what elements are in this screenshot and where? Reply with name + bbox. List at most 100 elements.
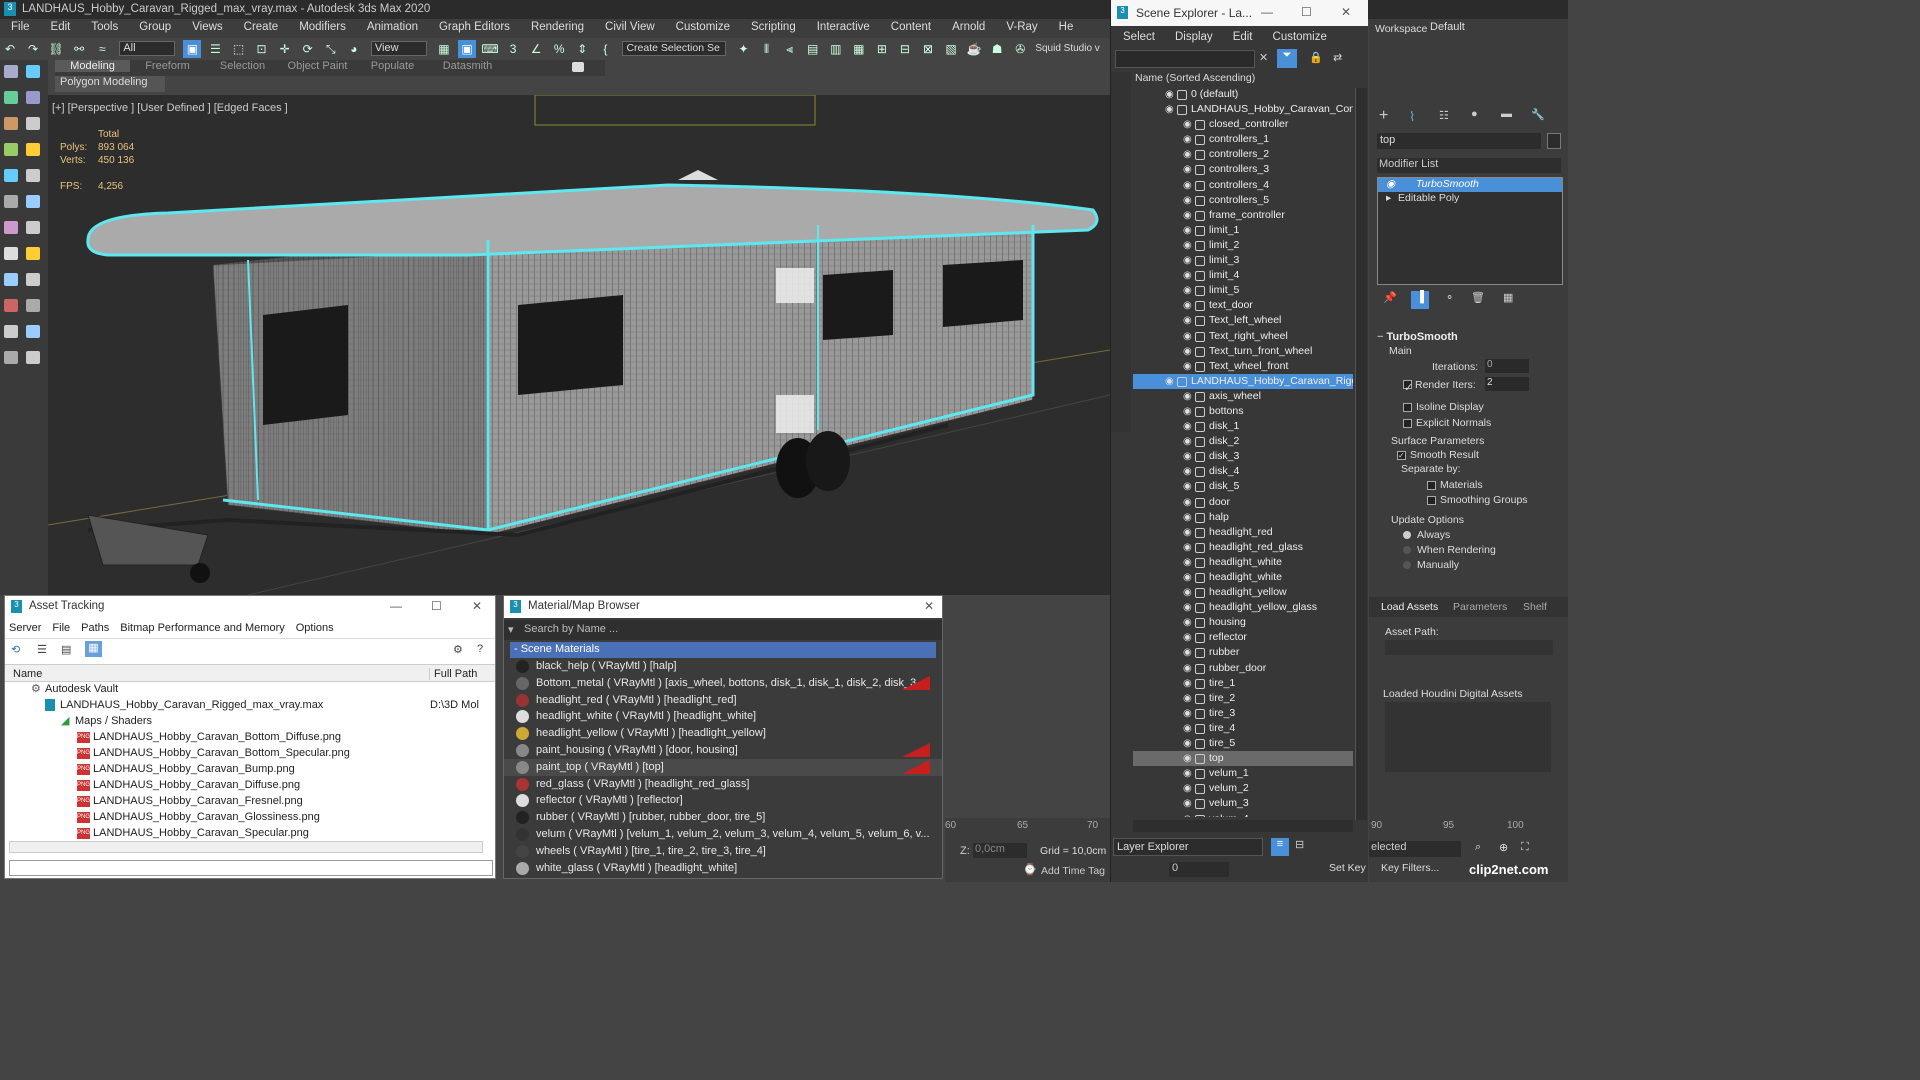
object-name-field[interactable]: top xyxy=(1377,133,1541,149)
material-item[interactable]: paint_top ( VRayMtl ) [top] xyxy=(504,758,942,776)
material-item[interactable]: Bottom_metal ( VRayMtl ) [axis_wheel, bo… xyxy=(504,675,942,692)
render-frame-icon[interactable]: ▧ xyxy=(942,40,960,58)
scene-tree-row[interactable]: ◉ tire_5 xyxy=(1133,736,1353,751)
viewport-label[interactable]: [+] [Perspective ] [User Defined ] [Edge… xyxy=(52,102,288,114)
menu-scripting[interactable]: Scripting xyxy=(740,19,796,33)
scene-tree-row[interactable]: ◉ text_door xyxy=(1133,298,1353,313)
polygon-modeling-panel[interactable]: Polygon Modeling xyxy=(55,76,165,92)
scene-tree-row[interactable]: ◉ disk_5 xyxy=(1133,479,1353,494)
se-close-icon[interactable]: ✕ xyxy=(1341,5,1351,19)
mirror-icon[interactable]: ⫴ xyxy=(758,40,776,58)
percent-snap-icon[interactable]: % xyxy=(550,40,568,58)
scene-tree-row[interactable]: ◉ controllers_1 xyxy=(1133,132,1353,147)
lock-icon[interactable]: 🔒 xyxy=(1309,51,1323,64)
scene-tree-row[interactable]: ◉ limit_4 xyxy=(1133,268,1353,283)
refresh-icon[interactable]: ⟲ xyxy=(11,643,20,656)
visibility-eye-icon[interactable]: ◉ xyxy=(1183,495,1192,510)
visibility-eye-icon[interactable]: ◉ xyxy=(1183,796,1192,811)
visibility-eye-icon[interactable]: ◉ xyxy=(1183,736,1192,751)
bind-icon[interactable]: ≈ xyxy=(93,40,111,58)
left-tool-icon[interactable] xyxy=(26,195,40,208)
left-tool-icon[interactable] xyxy=(4,351,18,364)
menu-arnold[interactable]: Arnold xyxy=(941,19,985,33)
utilities-tab-icon[interactable]: 🔧 xyxy=(1531,108,1545,121)
scene-tree-row[interactable]: ◉ velum_4 xyxy=(1133,812,1353,817)
visibility-eye-icon[interactable]: ◉ xyxy=(1183,208,1192,223)
se-maximize-icon[interactable]: ☐ xyxy=(1301,5,1312,19)
scene-tree-row[interactable]: ◉ Text_wheel_front xyxy=(1133,359,1353,374)
scene-tree-row[interactable]: ◉ headlight_red xyxy=(1133,525,1353,540)
scene-tree-row[interactable]: ◉ tire_2 xyxy=(1133,691,1353,706)
visibility-eye-icon[interactable]: ◉ xyxy=(1183,283,1192,298)
frame-spinner[interactable]: 0 xyxy=(1169,862,1229,877)
scene-tree-row[interactable]: ◉ limit_3 xyxy=(1133,253,1353,268)
scene-tree-row[interactable]: ◉ velum_1 xyxy=(1133,766,1353,781)
se-minimize-icon[interactable]: — xyxy=(1261,5,1273,19)
material-search-input[interactable]: Search by Name ... xyxy=(524,623,618,635)
left-tool-icon[interactable] xyxy=(26,351,40,364)
close-icon[interactable]: ✕ xyxy=(472,599,482,613)
material-item[interactable]: headlight_red ( VRayMtl ) [headlight_red… xyxy=(504,692,942,709)
set-key-button[interactable]: Set Key xyxy=(1329,862,1366,874)
schematic-icon[interactable]: ⊞ xyxy=(873,40,891,58)
left-tool-icon[interactable] xyxy=(26,117,40,130)
clear-search-icon[interactable]: ✕ xyxy=(1259,51,1268,64)
left-tool-icon[interactable] xyxy=(26,169,40,182)
ribbon-tab-selection[interactable]: Selection xyxy=(205,60,280,72)
visibility-eye-icon[interactable]: ◉ xyxy=(1183,706,1192,721)
visibility-eye-icon[interactable]: ◉ xyxy=(1183,630,1192,645)
visibility-eye-icon[interactable]: ◉ xyxy=(1183,555,1192,570)
material-item[interactable]: rubber ( VRayMtl ) [rubber, rubber_door,… xyxy=(504,809,942,826)
material-item[interactable]: wheels ( VRayMtl ) [tire_1, tire_2, tire… xyxy=(504,843,942,860)
selection-set-dropdown[interactable]: Create Selection Se xyxy=(622,41,727,56)
visibility-eye-icon[interactable]: ◉ xyxy=(1183,389,1192,404)
visibility-eye-icon[interactable]: ◉ xyxy=(1183,570,1192,585)
visibility-eye-icon[interactable]: ◉ xyxy=(1183,525,1192,540)
smooth-result-row[interactable]: ✓ Smooth Result xyxy=(1397,449,1557,461)
material-item[interactable]: black_help ( VRayMtl ) [halp] xyxy=(504,658,942,675)
visibility-eye-icon[interactable]: ◉ xyxy=(1165,102,1174,117)
select-manipulate-icon[interactable]: ▣ xyxy=(458,40,476,58)
iterations-spinner[interactable]: 0 xyxy=(1485,359,1529,373)
render-iters-spinner[interactable]: 2 xyxy=(1485,377,1529,391)
align-icon[interactable]: ⫷ xyxy=(781,40,799,58)
scene-tree-row[interactable]: ◉ halp xyxy=(1133,510,1353,525)
visibility-eye-icon[interactable]: ◉ xyxy=(1183,645,1192,660)
visibility-eye-icon[interactable]: ◉ xyxy=(1183,661,1192,676)
time-tag-icon[interactable]: ⌚ xyxy=(1023,863,1037,876)
left-tool-icon[interactable] xyxy=(26,325,40,338)
layer-explorer-dropdown[interactable]: Layer Explorer xyxy=(1113,838,1263,856)
sync-icon[interactable]: ⇄ xyxy=(1333,51,1342,64)
material-editor-icon[interactable]: ⊟ xyxy=(896,40,914,58)
scene-tree-row[interactable]: ◉ limit_1 xyxy=(1133,223,1353,238)
list-icon[interactable]: ☰ xyxy=(37,643,47,656)
asset-row-map[interactable]: PNG LANDHAUS_Hobby_Caravan_Glossiness.png xyxy=(5,810,495,826)
left-tool-icon[interactable] xyxy=(26,247,40,260)
ribbon-tab-datasmith[interactable]: Datasmith xyxy=(430,60,505,72)
remove-modifier-icon[interactable]: 🗑 xyxy=(1471,291,1485,304)
rotate-icon[interactable]: ⟳ xyxy=(299,40,317,58)
scene-tree-row[interactable]: ◉ reflector xyxy=(1133,630,1353,645)
scene-tree-row[interactable]: ◉ bottons xyxy=(1133,404,1353,419)
se-search-input[interactable] xyxy=(1115,50,1255,68)
scene-tree-row[interactable]: ◉ limit_2 xyxy=(1133,238,1353,253)
scene-tree-row[interactable]: ◉ headlight_yellow_glass xyxy=(1133,600,1353,615)
asset-row-map[interactable]: PNG LANDHAUS_Hobby_Caravan_Bump.png xyxy=(5,762,495,778)
zoom-all-icon[interactable]: ⊕ xyxy=(1499,841,1508,854)
asset-menu-paths[interactable]: Paths xyxy=(81,622,109,634)
left-tool-icon[interactable] xyxy=(26,299,40,312)
show-end-result-icon[interactable]: ▐ xyxy=(1411,291,1429,309)
studio-label[interactable]: Squid Studio v xyxy=(1035,43,1100,54)
render-setup-icon[interactable]: ⊠ xyxy=(919,40,937,58)
zoom-icon[interactable]: ⌕ xyxy=(1475,841,1481,854)
scene-tree-row[interactable]: ◉ closed_controller xyxy=(1133,117,1353,132)
scene-tree-row[interactable]: ◉ Text_right_wheel xyxy=(1133,329,1353,344)
material-item[interactable]: paint_housing ( VRayMtl ) [door, housing… xyxy=(504,742,942,759)
rect-select-icon[interactable]: ⬚ xyxy=(230,40,248,58)
asset-row-maps[interactable]: ◢ Maps / Shaders xyxy=(5,714,495,730)
visibility-eye-icon[interactable]: ◉ xyxy=(1183,419,1192,434)
layer-icon[interactable]: ≡ xyxy=(1271,838,1289,856)
menu-he[interactable]: He xyxy=(1048,19,1074,33)
selection-filter-dropdown[interactable]: All xyxy=(119,41,176,56)
ribbon-toggle-icon[interactable]: ▥ xyxy=(827,40,845,58)
